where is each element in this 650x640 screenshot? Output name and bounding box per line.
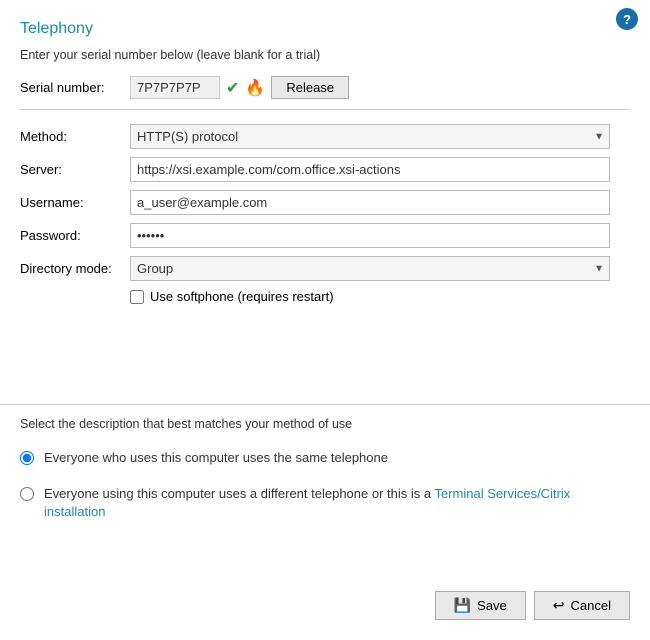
cancel-label: Cancel bbox=[571, 598, 611, 613]
footer-buttons: 💾 Save ↩ Cancel bbox=[435, 591, 630, 620]
save-icon: 💾 bbox=[454, 597, 471, 614]
password-input[interactable] bbox=[130, 223, 610, 248]
username-input[interactable] bbox=[130, 190, 610, 215]
softphone-checkbox[interactable] bbox=[130, 290, 144, 304]
radio-row-2: Everyone using this computer uses a diff… bbox=[20, 485, 630, 521]
divider-1 bbox=[20, 109, 630, 110]
method-label: Method: bbox=[20, 129, 130, 144]
radio-group: Everyone who uses this computer uses the… bbox=[0, 449, 650, 522]
cancel-icon: ↩ bbox=[553, 597, 565, 614]
directory-mode-select[interactable]: Group Enterprise None bbox=[130, 256, 610, 281]
directory-mode-select-wrapper: Group Enterprise None ▼ bbox=[130, 256, 610, 281]
radio-same-telephone[interactable] bbox=[20, 451, 34, 465]
release-button[interactable]: Release bbox=[271, 76, 349, 99]
page-title: Telephony bbox=[0, 0, 650, 48]
server-input[interactable] bbox=[130, 157, 610, 182]
server-label: Server: bbox=[20, 162, 130, 177]
check-icon: ✔ bbox=[226, 78, 239, 98]
serial-input[interactable] bbox=[130, 76, 220, 99]
username-label: Username: bbox=[20, 195, 130, 210]
radio-same-telephone-label[interactable]: Everyone who uses this computer uses the… bbox=[44, 449, 388, 467]
help-button[interactable]: ? bbox=[616, 8, 638, 30]
cancel-button[interactable]: ↩ Cancel bbox=[534, 591, 630, 620]
description-text: Enter your serial number below (leave bl… bbox=[0, 48, 650, 76]
flame-icon: 🔥 bbox=[245, 78, 265, 98]
save-label: Save bbox=[477, 598, 507, 613]
method-select[interactable]: HTTP(S) protocol TAPI None bbox=[130, 124, 610, 149]
password-label: Password: bbox=[20, 228, 130, 243]
bottom-section: Select the description that best matches… bbox=[0, 404, 650, 431]
softphone-row: Use softphone (requires restart) bbox=[130, 289, 630, 304]
serial-label: Serial number: bbox=[20, 80, 130, 95]
radio-row-1: Everyone who uses this computer uses the… bbox=[20, 449, 630, 467]
directory-mode-label: Directory mode: bbox=[20, 261, 130, 276]
bottom-description: Select the description that best matches… bbox=[20, 417, 630, 431]
softphone-label[interactable]: Use softphone (requires restart) bbox=[150, 289, 334, 304]
radio-different-telephone-label[interactable]: Everyone using this computer uses a diff… bbox=[44, 485, 630, 521]
method-select-wrapper: HTTP(S) protocol TAPI None ▼ bbox=[130, 124, 610, 149]
radio-label-text1: Everyone using this computer uses a diff… bbox=[44, 486, 434, 501]
radio-different-telephone[interactable] bbox=[20, 487, 34, 501]
save-button[interactable]: 💾 Save bbox=[435, 591, 526, 620]
